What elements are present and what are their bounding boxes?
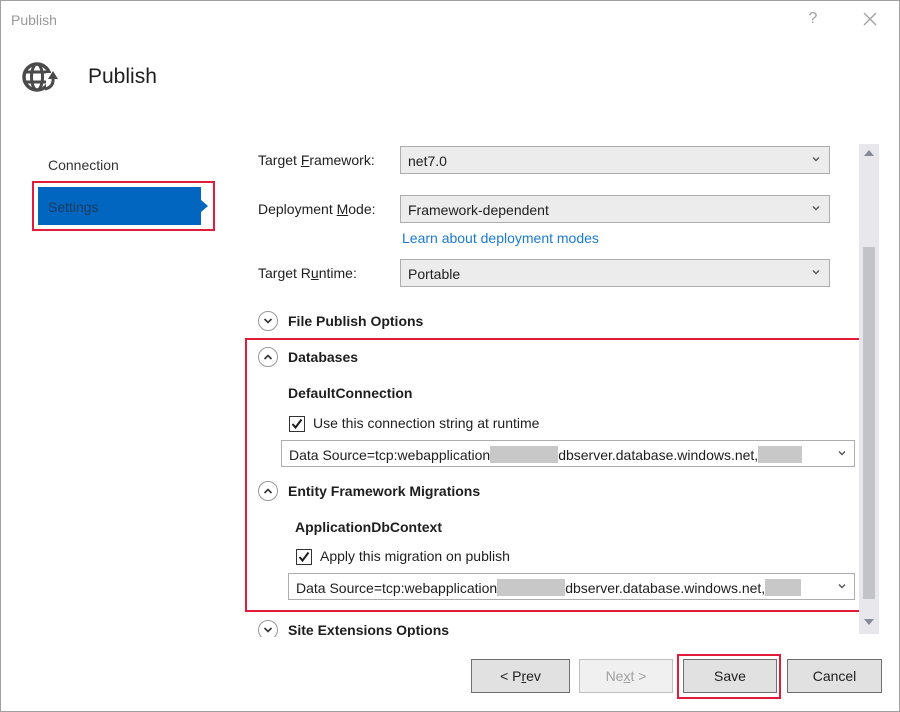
chevron-down-icon bbox=[263, 318, 273, 324]
target-runtime-value: Portable bbox=[408, 266, 461, 282]
save-button[interactable]: Save bbox=[683, 659, 777, 693]
default-connection-string-combo[interactable]: Data Source=tcp:webapplication dbserver.d… bbox=[281, 440, 855, 467]
close-button[interactable] bbox=[861, 10, 879, 28]
chevron-down-icon bbox=[838, 451, 846, 456]
deployment-mode-label: Deployment Mode: bbox=[258, 201, 376, 217]
chevron-down-icon bbox=[812, 206, 820, 211]
sidebar-item-settings[interactable]: Settings bbox=[38, 187, 208, 225]
apply-migration-label: Apply this migration on publish bbox=[320, 548, 510, 564]
page-title: Publish bbox=[88, 65, 157, 88]
chevron-down-icon bbox=[838, 584, 846, 589]
scroll-up-arrow-icon[interactable] bbox=[864, 150, 874, 156]
databases-header[interactable]: Databases bbox=[288, 349, 358, 365]
connection-string-prefix: Data Source=tcp:webapplication bbox=[289, 447, 491, 463]
app-db-context-title: ApplicationDbContext bbox=[295, 519, 442, 535]
connection-string-prefix: Data Source=tcp:webapplication bbox=[296, 580, 498, 596]
target-framework-select[interactable]: net7.0 bbox=[400, 146, 830, 174]
use-connection-string-checkbox[interactable] bbox=[289, 416, 305, 432]
redacted-block bbox=[490, 446, 559, 463]
settings-scrollbar[interactable] bbox=[859, 144, 879, 634]
connection-string-server: dbserver.database.windows.net, bbox=[565, 580, 766, 596]
learn-deployment-modes-link[interactable]: Learn about deployment modes bbox=[402, 230, 599, 246]
cancel-button[interactable]: Cancel bbox=[787, 659, 882, 693]
databases-collapse-toggle[interactable] bbox=[258, 347, 278, 367]
site-extensions-header[interactable]: Site Extensions Options bbox=[288, 622, 449, 637]
help-button[interactable]: ? bbox=[807, 10, 819, 28]
file-publish-expand-toggle[interactable] bbox=[258, 311, 278, 331]
prev-button[interactable]: < Prev bbox=[471, 659, 570, 693]
deployment-mode-value: Framework-dependent bbox=[408, 202, 549, 218]
sidebar-item-connection[interactable]: Connection bbox=[48, 157, 119, 173]
databases-highlight-box bbox=[245, 338, 861, 612]
deployment-mode-select[interactable]: Framework-dependent bbox=[400, 195, 830, 223]
scrollbar-thumb[interactable] bbox=[863, 247, 875, 599]
checkmark-icon bbox=[298, 551, 310, 563]
default-connection-title: DefaultConnection bbox=[288, 385, 413, 401]
chevron-down-icon bbox=[263, 627, 273, 633]
chevron-up-icon bbox=[263, 488, 273, 494]
chevron-up-icon bbox=[263, 354, 273, 360]
sidebar-item-label: Settings bbox=[48, 199, 99, 215]
scroll-down-arrow-icon[interactable] bbox=[864, 619, 874, 625]
close-icon bbox=[863, 12, 877, 26]
migration-connection-string-combo[interactable]: Data Source=tcp:webapplication dbserver.d… bbox=[288, 573, 855, 600]
redacted-block bbox=[758, 446, 803, 463]
window-title: Publish bbox=[11, 12, 57, 28]
site-extensions-section: Site Extensions Options bbox=[241, 613, 856, 637]
site-extensions-expand-toggle[interactable] bbox=[258, 620, 278, 637]
chevron-down-icon bbox=[812, 270, 820, 275]
apply-migration-checkbox[interactable] bbox=[296, 549, 312, 565]
globe-publish-icon bbox=[21, 59, 61, 95]
ef-migrations-header[interactable]: Entity Framework Migrations bbox=[288, 483, 480, 499]
target-framework-label: Target Framework: bbox=[258, 152, 375, 168]
file-publish-options-header[interactable]: File Publish Options bbox=[288, 313, 423, 329]
target-runtime-select[interactable]: Portable bbox=[400, 259, 830, 287]
redacted-block bbox=[765, 579, 802, 596]
checkmark-icon bbox=[291, 418, 303, 430]
next-button[interactable]: Next > bbox=[579, 659, 673, 693]
target-runtime-label: Target Runtime: bbox=[258, 265, 357, 281]
chevron-down-icon bbox=[812, 157, 820, 162]
redacted-block bbox=[497, 579, 566, 596]
ef-migrations-collapse-toggle[interactable] bbox=[258, 481, 278, 501]
connection-string-server: dbserver.database.windows.net, bbox=[558, 447, 759, 463]
publish-dialog: Publish ? Publish Connection Settings Ta… bbox=[0, 0, 900, 712]
target-framework-value: net7.0 bbox=[408, 153, 447, 169]
use-connection-string-label: Use this connection string at runtime bbox=[313, 415, 540, 431]
